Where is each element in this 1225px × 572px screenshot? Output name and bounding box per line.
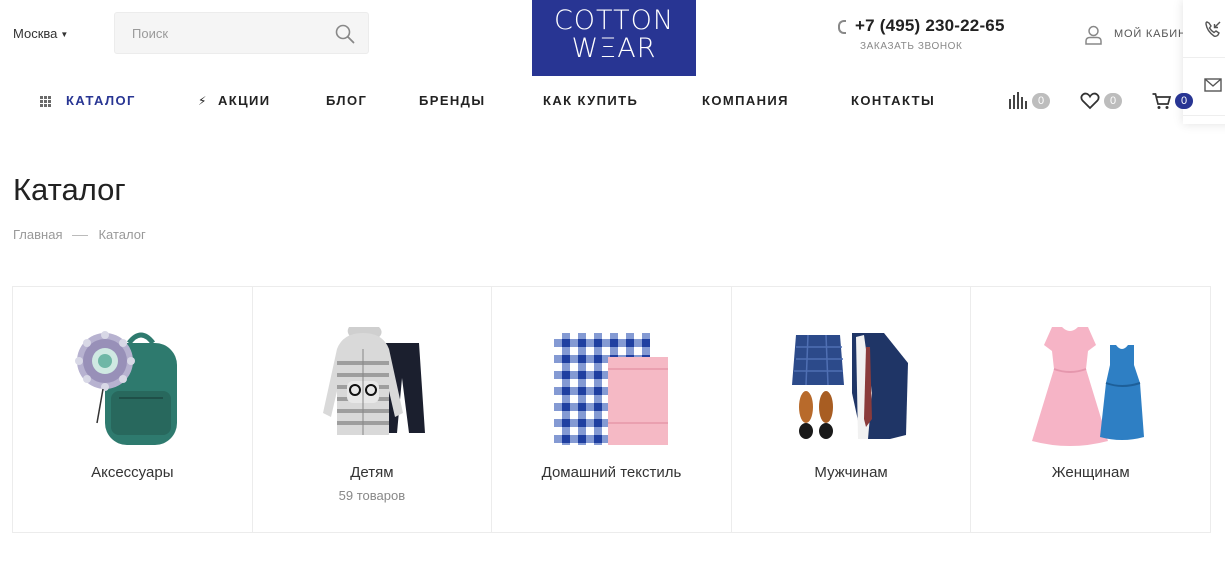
caret-down-icon: ▼ (60, 30, 69, 40)
favorites-button[interactable]: 0 (1080, 92, 1124, 112)
cart-icon (1152, 93, 1172, 109)
category-name: Детям (350, 464, 394, 481)
breadcrumb-home[interactable]: Главная (13, 227, 62, 242)
backpack-icon (75, 331, 178, 445)
category-grid: Аксессуары Детям 59 товаров Домашний тек… (12, 286, 1211, 533)
breadcrumb: Главная Каталог (13, 227, 146, 242)
nav-brands[interactable]: БРЕНДЫ (419, 92, 485, 110)
category-card-home-textile[interactable]: Домашний текстиль (492, 287, 732, 532)
cart-button[interactable]: 0 (1152, 92, 1193, 112)
nav-catalog-label: КАТАЛОГ (66, 93, 136, 108)
phone-icon (838, 20, 846, 34)
category-card-men[interactable]: Мужчинам (732, 287, 972, 532)
kids-clothes-icon (322, 327, 425, 435)
lightning-icon: ⚡ (198, 94, 208, 108)
category-name: Аксессуары (91, 464, 174, 481)
nav-contacts[interactable]: КОНТАКТЫ (851, 92, 935, 110)
nav-catalog[interactable]: КАТАЛОГ (40, 92, 136, 110)
compare-button[interactable]: 0 (1008, 92, 1052, 112)
favorites-count-badge: 0 (1104, 93, 1122, 109)
category-card-accessories[interactable]: Аксессуары (13, 287, 253, 532)
incoming-call-icon (1205, 21, 1221, 38)
category-name: Женщинам (1051, 464, 1130, 481)
dresses-icon (1031, 327, 1144, 446)
category-name: Мужчинам (814, 464, 888, 481)
search-icon[interactable] (335, 24, 355, 44)
compare-count-badge: 0 (1032, 93, 1050, 109)
towels-icon (554, 333, 669, 445)
logo[interactable]: COTTON WΞAR (532, 0, 696, 76)
cart-count-badge: 0 (1175, 93, 1193, 109)
city-selector[interactable]: Москва ▼ (13, 26, 68, 41)
user-icon[interactable] (1085, 25, 1102, 45)
city-label: Москва (13, 26, 58, 41)
nav-sales[interactable]: ⚡ АКЦИИ (198, 92, 271, 110)
nav-company[interactable]: КОМПАНИЯ (702, 92, 789, 110)
mail-icon (1204, 78, 1222, 92)
grid-icon (40, 96, 51, 107)
phone-number[interactable]: +7 (495) 230-22-65 (855, 16, 1005, 36)
search-box (114, 12, 369, 54)
category-count: 59 товаров (338, 488, 406, 503)
logo-line-1: COTTON (553, 5, 675, 36)
main-navigation: КАТАЛОГ ⚡ АКЦИИ БЛОГ БРЕНДЫ КАК КУПИТЬ К… (0, 92, 1000, 112)
callback-link[interactable]: ЗАКАЗАТЬ ЗВОНОК (860, 41, 962, 52)
callback-side-button[interactable] (1183, 0, 1225, 58)
nav-sales-label: АКЦИИ (218, 93, 271, 108)
breadcrumb-current: Каталог (98, 227, 146, 242)
category-card-kids[interactable]: Детям 59 товаров (253, 287, 493, 532)
search-input[interactable] (115, 13, 315, 53)
category-name: Домашний текстиль (541, 464, 682, 481)
category-card-women[interactable]: Женщинам (971, 287, 1210, 532)
nav-blog[interactable]: БЛОГ (326, 92, 367, 110)
logo-line-2: WΞAR (571, 33, 657, 64)
breadcrumb-separator (72, 235, 89, 237)
compare-icon (1009, 92, 1027, 109)
mens-clothes-icon (792, 333, 909, 439)
heart-icon (1080, 92, 1100, 110)
page-title: Каталог (13, 172, 126, 207)
nav-how-to-buy[interactable]: КАК КУПИТЬ (543, 92, 638, 110)
